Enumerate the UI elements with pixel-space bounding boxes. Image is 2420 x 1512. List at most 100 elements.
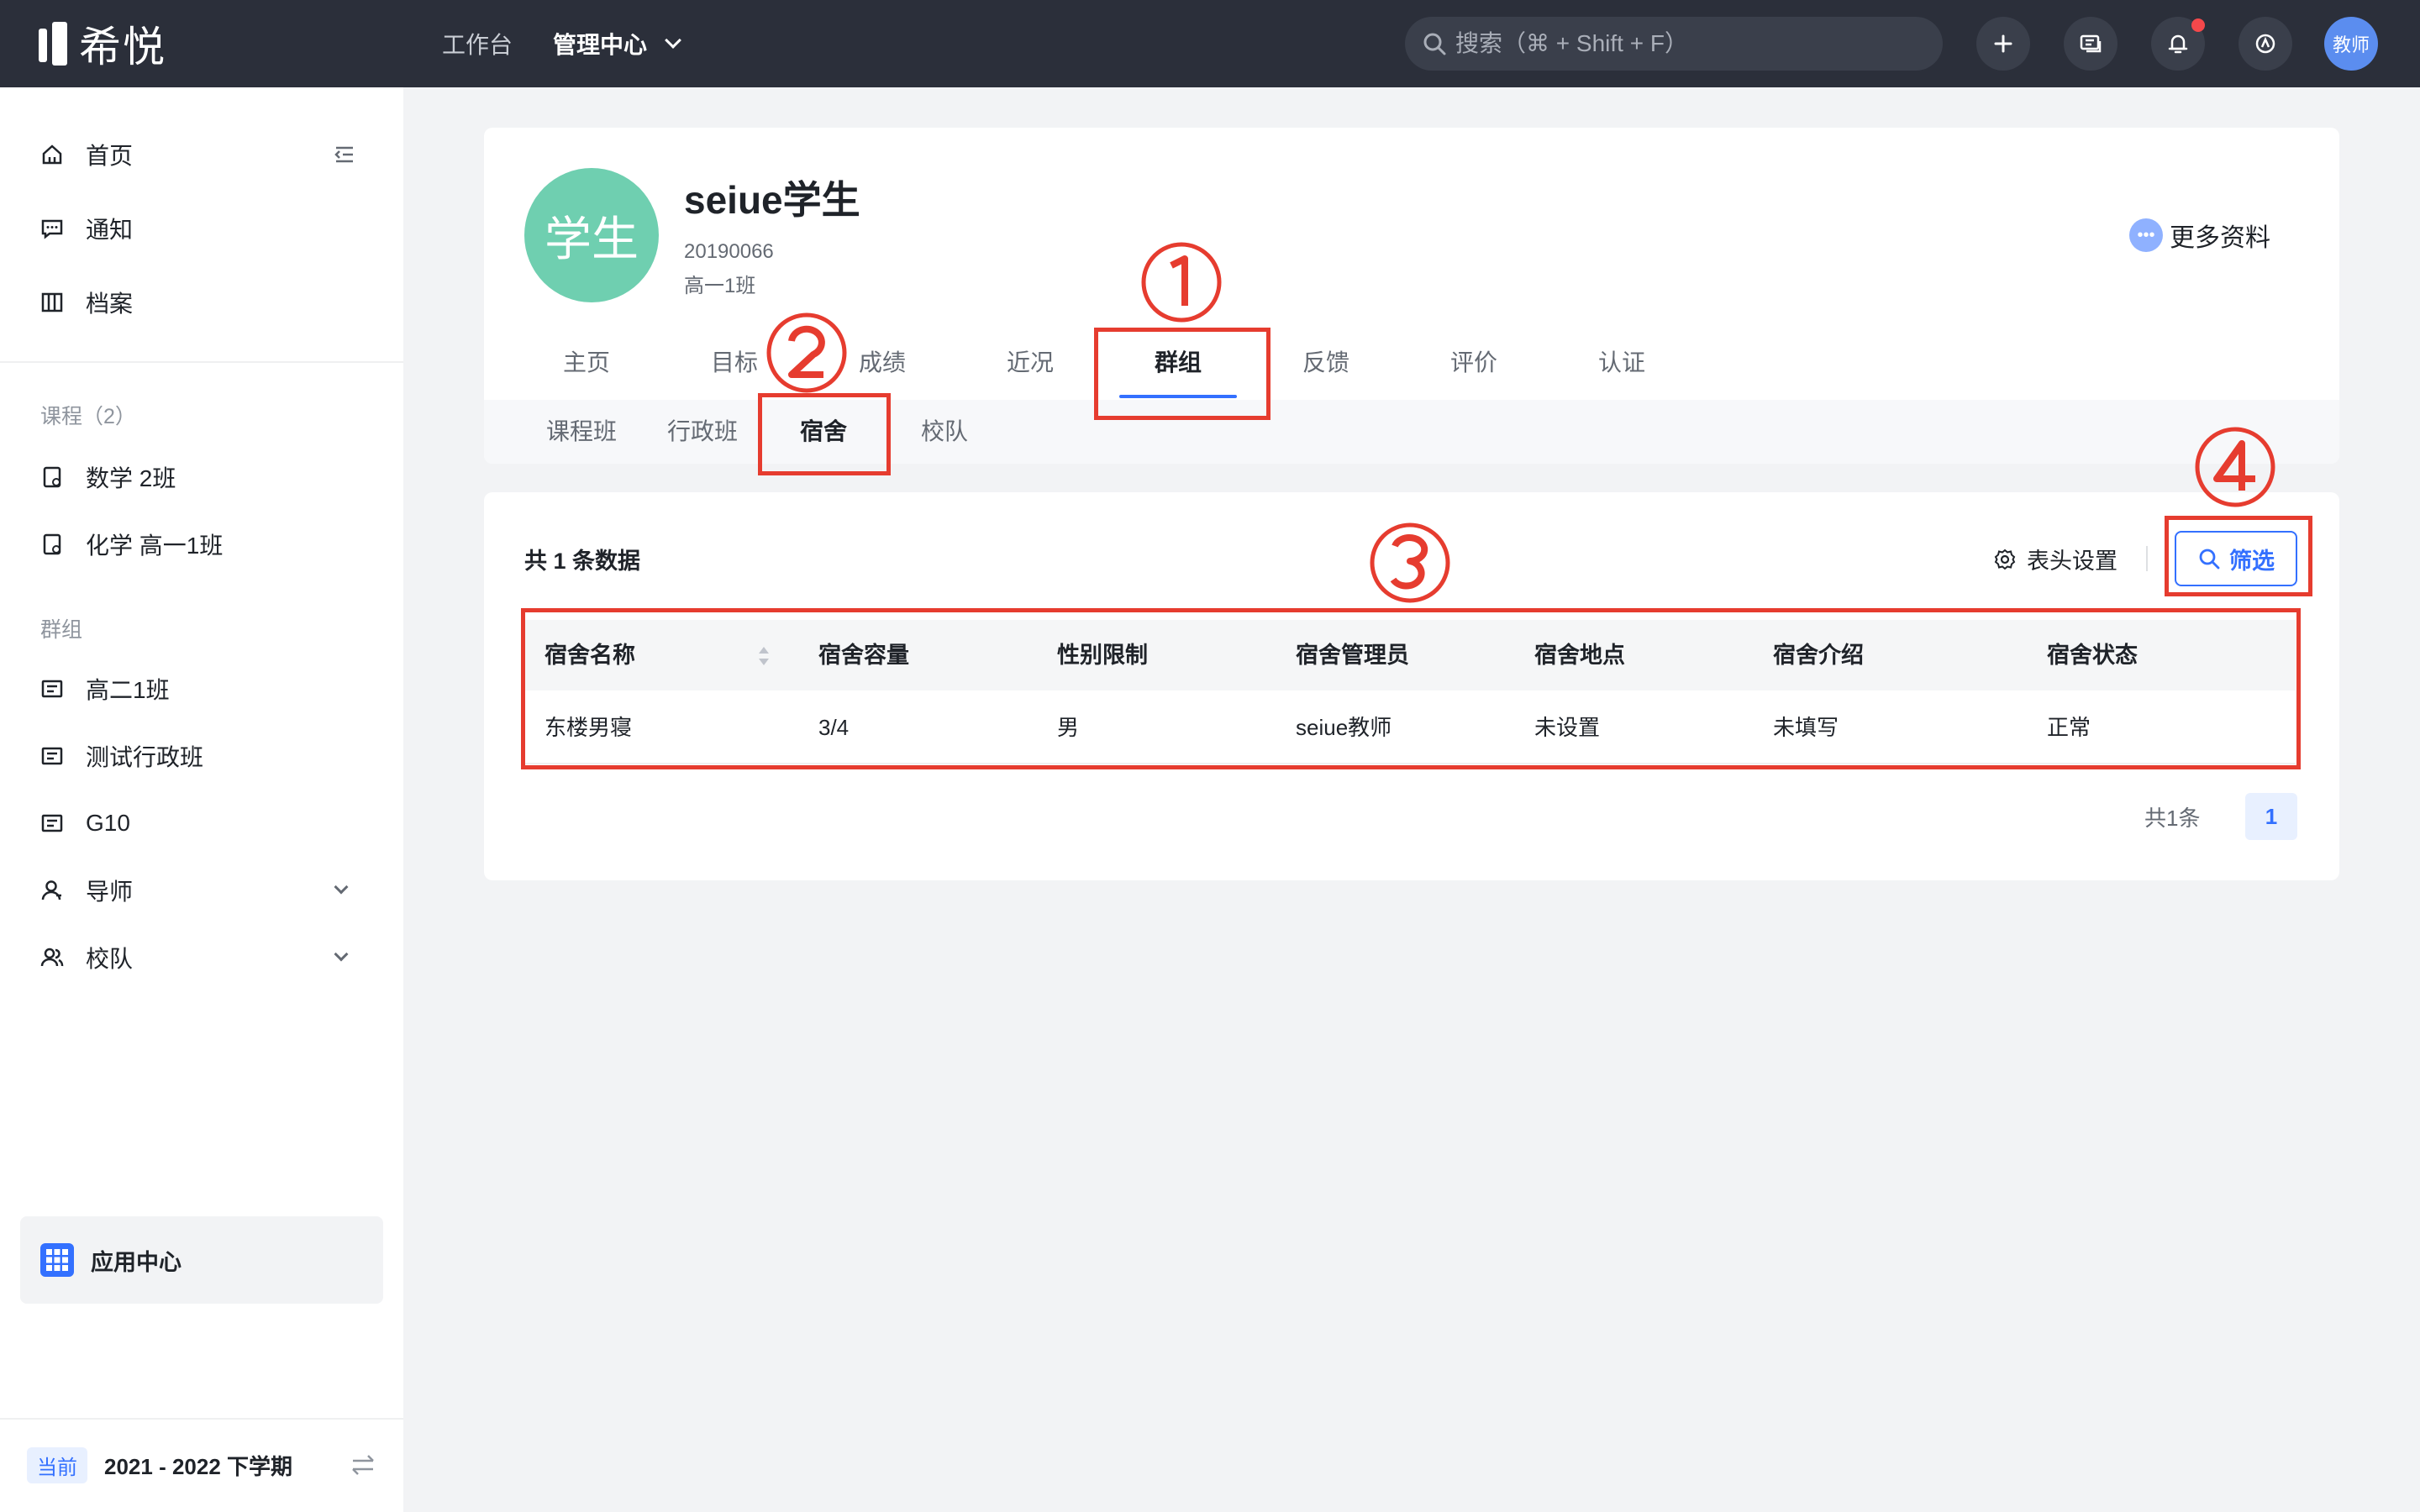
header-gender-limit: 性别限制 [1057,643,1148,668]
collapse-sidebar-button[interactable] [333,143,356,171]
sidebar-item-group-g2[interactable]: 高二1班 [39,672,170,706]
archive-icon [39,289,66,316]
table-header: 宿舍名称 宿舍容量 性别限制 宿舍管理员 宿舍地点 宿舍介绍 宿舍状态 [524,620,2296,690]
add-button[interactable] [1976,17,2030,71]
switch-term-button[interactable] [350,1452,376,1483]
chevron-down-icon[interactable] [334,879,349,895]
sidebar-item-label: 校队 [86,946,134,972]
tab-goals[interactable]: 目标 [711,346,758,380]
subtab-course-class[interactable]: 课程班 [546,415,617,449]
sidebar-item-home[interactable]: 首页 [39,138,133,171]
sidebar-item-course-math[interactable]: 数学 2班 [39,460,176,494]
gear-icon [1994,549,2016,570]
page-number: 1 [2265,803,2278,829]
student-avatar: 学生 [524,168,659,302]
plus-icon [1994,34,2012,53]
sidebar-item-group-mentor[interactable]: 导师 [39,874,133,907]
header-dorm-manager: 宿舍管理员 [1296,643,1409,668]
nav-admin-center[interactable]: 管理中心 [553,0,681,87]
sidebar-divider [0,361,403,363]
cell-status: 正常 [2047,715,2091,740]
cell-gender-limit: 男 [1057,715,1080,740]
class-icon [39,675,66,702]
filter-label: 筛选 [2229,548,2275,574]
sort-icon[interactable] [758,645,770,667]
subtab-school-team[interactable]: 校队 [921,415,968,449]
sidebar-item-archive[interactable]: 档案 [39,286,133,319]
chevron-down-icon[interactable] [334,947,349,962]
current-term-badge: 当前 [27,1446,87,1483]
table-row[interactable]: 东楼男寝 3/4 男 seiue教师 未设置 未填写 正常 [524,690,2296,764]
filter-button[interactable]: 筛选 [2175,531,2297,586]
active-tab-indicator [1119,395,1237,398]
column-settings-label: 表头设置 [2027,549,2118,574]
column-settings-button[interactable]: 表头设置 [1993,543,2118,575]
sidebar-item-group-test[interactable]: 测试行政班 [39,739,203,773]
cell-introduction: 未填写 [1773,715,1839,740]
sidebar-item-label: 首页 [86,143,134,169]
more-icon: ••• [2129,218,2163,252]
logo-text: 希悦 [79,24,166,71]
more-info-button[interactable]: ••• 更多资料 [2129,218,2270,252]
nav-workbench[interactable]: 工作台 [442,0,513,87]
header-introduction: 宿舍介绍 [1773,643,1864,668]
sidebar-item-label: 高二1班 [86,677,170,703]
course-icon [39,531,66,558]
subtab-admin-class[interactable]: 行政班 [667,415,738,449]
header-dorm-name[interactable]: 宿舍名称 [544,620,635,690]
groups-section-title: 群组 [40,618,83,642]
sidebar-item-label: G10 [86,810,130,836]
sidebar-divider [0,1418,403,1420]
search-box[interactable] [1405,17,1943,71]
logo[interactable]: 希悦 [39,20,166,71]
team-icon [39,944,66,971]
sidebar-item-label: 导师 [86,879,134,905]
cell-location: 未设置 [1534,715,1601,740]
pagination-page-1[interactable]: 1 [2245,793,2297,840]
sidebar-item-label: 化学 高一1班 [86,533,224,559]
record-count: 共 1 条数据 [524,549,641,574]
tab-groups[interactable]: 群组 [1155,346,1202,380]
top-bar: 希悦 工作台 管理中心 教师 [0,0,2420,87]
term-selector[interactable]: 当前 2021 - 2022 下学期 [27,1446,292,1483]
home-icon [39,141,66,168]
app-center-label: 应用中心 [91,1249,182,1275]
search-input[interactable] [1455,30,1926,57]
chat-icon [39,215,66,242]
sidebar-item-label: 档案 [86,291,134,317]
student-id: 20190066 [684,240,774,263]
tab-recent[interactable]: 近况 [1007,346,1054,380]
tab-home[interactable]: 主页 [563,346,610,380]
subtab-bar [484,400,2339,464]
messages-button[interactable] [2064,17,2118,71]
sidebar-item-label: 测试行政班 [86,744,204,770]
logo-mark-icon [39,22,72,66]
sidebar-item-notice[interactable]: 通知 [39,212,133,245]
mentor-icon [39,877,66,904]
sidebar-item-course-chemistry[interactable]: 化学 高一1班 [39,528,223,561]
tab-feedback[interactable]: 反馈 [1302,346,1349,380]
user-avatar[interactable]: 教师 [2324,17,2378,71]
tab-grades[interactable]: 成绩 [859,346,906,380]
chevron-down-icon [665,32,681,49]
notification-dot [2191,18,2205,32]
class-icon [39,810,66,837]
sidebar-item-group-g10[interactable]: G10 [39,806,130,840]
app-center-button[interactable]: 应用中心 [20,1216,383,1304]
sidebar-item-label: 数学 2班 [86,465,176,491]
sidebar: 首页 通知 档案 课程（2） 数学 2班 化学 高一1班 群组 高二1班 测试行… [0,87,403,1512]
tab-evaluation[interactable]: 评价 [1450,346,1497,380]
cell-dorm-name: 东楼男寝 [544,715,633,740]
cell-dorm-manager: seiue教师 [1296,715,1392,740]
more-info-label: 更多资料 [2170,224,2270,252]
sidebar-item-group-team[interactable]: 校队 [39,941,133,974]
pagination-total: 共1条 [2144,806,2201,831]
collapse-icon [334,146,353,163]
tab-certification[interactable]: 认证 [1598,346,1645,380]
header-location: 宿舍地点 [1534,643,1625,668]
help-button[interactable] [2238,17,2292,71]
student-avatar-text: 学生 [544,212,639,265]
subtab-dormitory[interactable]: 宿舍 [800,415,847,449]
swap-icon [352,1455,374,1475]
class-icon [39,743,66,769]
